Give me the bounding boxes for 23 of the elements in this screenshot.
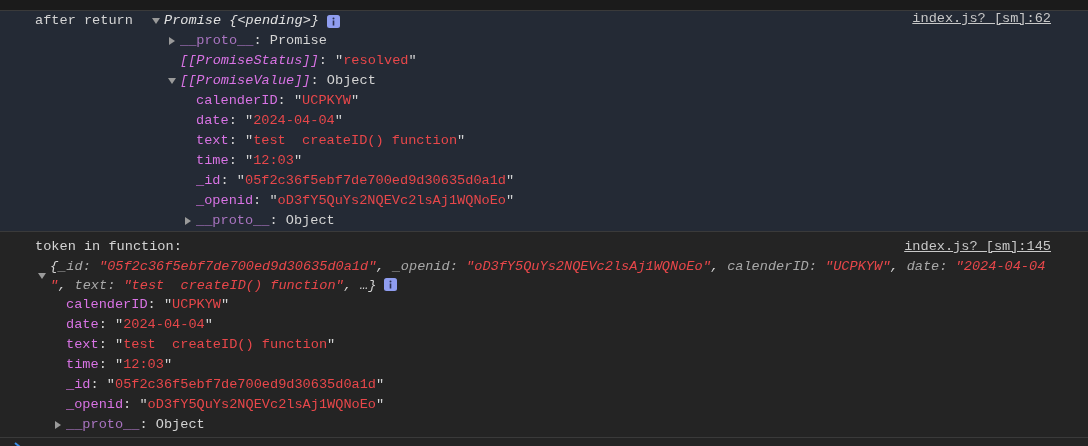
- property-line: text: "test createID() function": [66, 336, 336, 354]
- log-label: after return: [35, 12, 134, 30]
- source-link[interactable]: index.js? [sm]:145: [904, 237, 1051, 257]
- property-line: text: "test createID() function": [196, 132, 466, 150]
- property-line: _openid: "oD3fY5QuYs2NQEVc2lsAj1WQNoEo": [196, 192, 515, 210]
- property-line: _openid: "oD3fY5QuYs2NQEVc2lsAj1WQNoEo": [66, 396, 385, 414]
- source-link[interactable]: index.js? [sm]:62: [912, 11, 1051, 26]
- property-line: date: "2024-04-04": [196, 112, 343, 130]
- property-line: _id: "05f2c36f5ebf7de700ed9d30635d0a1d": [66, 376, 385, 394]
- property-line: __proto__: Object: [66, 416, 205, 434]
- property-line: calenderID: "UCPKYW": [66, 296, 230, 314]
- property-line: time: "12:03": [66, 356, 173, 374]
- object-summary: Promise {<pending>}: [164, 12, 319, 30]
- property-line: __proto__: Object: [196, 212, 335, 230]
- property-line: time: "12:03": [196, 152, 303, 170]
- property-line: [[PromiseStatus]]: "resolved": [180, 52, 417, 70]
- log-label: token in function:: [35, 238, 182, 256]
- property-line: date: "2024-04-04": [66, 316, 213, 334]
- property-line: [[PromiseValue]]: Object: [180, 72, 376, 90]
- property-line: calenderID: "UCPKYW": [196, 92, 360, 110]
- object-preview: {_id: "05f2c36f5ebf7de700ed9d30635d0a1d", _openid: "oD3fY5QuYs2NQEVc2lsAj1WQNoEo", calenderID: "UCPKYW", date: "2024-04-04", text: "test createID() function", …}: [50, 258, 1047, 295]
- property-line: _id: "05f2c36f5ebf7de700ed9d30635d0a1d": [196, 172, 515, 190]
- property-line: __proto__: Promise: [180, 32, 327, 50]
